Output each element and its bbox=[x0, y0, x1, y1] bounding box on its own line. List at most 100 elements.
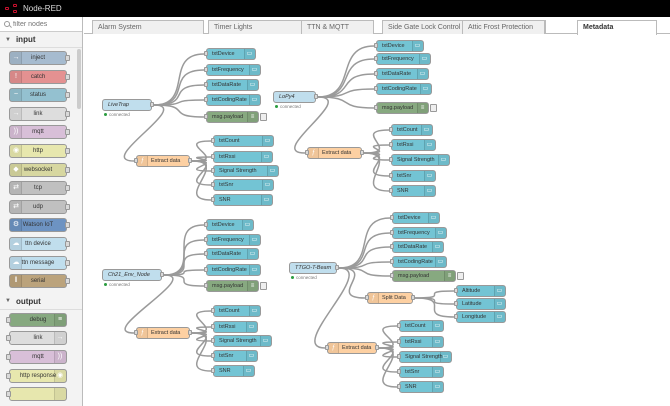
flow-node-out[interactable]: Altitude ▭ bbox=[454, 285, 506, 297]
palette-search-input[interactable] bbox=[13, 20, 75, 28]
input-port[interactable] bbox=[204, 51, 208, 56]
input-port[interactable] bbox=[305, 150, 309, 155]
flow-node-out[interactable]: SNR ▭ bbox=[389, 185, 436, 197]
flow-wire[interactable] bbox=[314, 267, 350, 349]
debug-toggle-button[interactable] bbox=[260, 282, 267, 290]
flow-node-out[interactable]: txtDevice ▭ bbox=[204, 48, 256, 60]
input-port[interactable] bbox=[389, 142, 393, 147]
input-port[interactable] bbox=[211, 197, 215, 202]
output-port[interactable] bbox=[160, 272, 164, 277]
palette-node-link[interactable]: → link bbox=[6, 331, 67, 346]
flow-node-out[interactable]: txtDevice ▭ bbox=[390, 212, 440, 224]
input-port[interactable] bbox=[211, 353, 215, 358]
input-port[interactable] bbox=[204, 251, 208, 256]
flow-node-out[interactable]: txtFrequency ▭ bbox=[204, 64, 261, 76]
flow-node-ttn[interactable]: TTGO-T-Beam bbox=[289, 262, 339, 274]
flow-wire[interactable] bbox=[191, 332, 212, 372]
palette-node-node[interactable] bbox=[6, 387, 67, 402]
flow-node-out[interactable]: txtRssi ▭ bbox=[211, 321, 258, 333]
palette-node-udp[interactable]: ⇄ udp bbox=[9, 199, 70, 214]
input-port[interactable] bbox=[211, 138, 215, 143]
palette-node-status[interactable]: ~ status bbox=[9, 88, 70, 103]
palette-category-input[interactable]: ▼ input bbox=[0, 32, 82, 48]
flow-node-func[interactable]: Split Data ƒ bbox=[365, 292, 415, 304]
flow-node-out[interactable]: txtCodingRate ▭ bbox=[204, 264, 261, 276]
palette-node-watson-iot[interactable]: ⚙ Watson IoT bbox=[9, 218, 70, 233]
flow-wire[interactable] bbox=[414, 290, 455, 299]
debug-toggle-button[interactable] bbox=[457, 272, 464, 280]
flow-node-out[interactable]: Signal Strength ▭ bbox=[397, 351, 452, 363]
flow-node-debug[interactable]: msg.payload ≡ bbox=[390, 270, 464, 282]
flow-node-out[interactable]: txtDataRate ▭ bbox=[204, 79, 259, 91]
input-port[interactable] bbox=[374, 105, 378, 110]
flow-node-out[interactable]: Signal Strength ▭ bbox=[211, 335, 272, 347]
flow-node-out[interactable]: txtDataRate ▭ bbox=[204, 248, 259, 260]
input-port[interactable] bbox=[211, 368, 215, 373]
flow-node-out[interactable]: txtSnr ▭ bbox=[389, 170, 436, 182]
input-port[interactable] bbox=[211, 324, 215, 329]
input-port[interactable] bbox=[454, 301, 458, 306]
input-port[interactable] bbox=[454, 288, 458, 293]
flow-node-debug[interactable]: msg.payload ≡ bbox=[204, 280, 267, 292]
input-port[interactable] bbox=[390, 244, 394, 249]
input-port[interactable] bbox=[397, 369, 401, 374]
input-port[interactable] bbox=[204, 82, 208, 87]
input-port[interactable] bbox=[397, 323, 401, 328]
palette-node-ttn-message[interactable]: ☁ ttn message bbox=[9, 255, 70, 270]
flow-node-out[interactable]: Signal Strength ▭ bbox=[211, 165, 279, 177]
input-port[interactable] bbox=[389, 173, 393, 178]
input-port[interactable] bbox=[365, 295, 369, 300]
input-port[interactable] bbox=[374, 86, 378, 91]
flow-node-out[interactable]: txtCount ▭ bbox=[389, 124, 433, 136]
output-port[interactable] bbox=[335, 265, 339, 270]
input-port[interactable] bbox=[211, 182, 215, 187]
input-port[interactable] bbox=[134, 158, 138, 163]
flow-wire[interactable] bbox=[124, 274, 174, 334]
input-port[interactable] bbox=[397, 384, 401, 389]
palette-node-link[interactable]: → link bbox=[9, 106, 70, 121]
palette-node-mqtt[interactable]: )) mqtt bbox=[9, 125, 70, 140]
flow-node-ttn[interactable]: LoPy4 bbox=[273, 91, 318, 103]
palette-node-serial[interactable]: ‖ serial bbox=[9, 274, 70, 289]
output-port[interactable] bbox=[188, 158, 192, 163]
palette-node-http[interactable]: ◉ http bbox=[9, 144, 70, 158]
flow-node-out[interactable]: txtSnr ▭ bbox=[211, 179, 274, 191]
input-port[interactable] bbox=[204, 267, 208, 272]
flow-node-out[interactable]: txtCount ▭ bbox=[211, 135, 274, 147]
flow-node-out[interactable]: txtFrequency ▭ bbox=[374, 53, 431, 65]
input-port[interactable] bbox=[390, 215, 394, 220]
flow-wire[interactable] bbox=[363, 152, 390, 192]
palette-node-http-response[interactable]: ◉ http response bbox=[6, 368, 67, 383]
flow-wire[interactable] bbox=[153, 99, 205, 106]
flow-node-out[interactable]: txtCount ▭ bbox=[211, 305, 261, 317]
flow-node-out[interactable]: SNR ▭ bbox=[211, 194, 273, 206]
palette-node-mqtt[interactable]: )) mqtt bbox=[6, 349, 67, 364]
palette-node-catch[interactable]: ! catch bbox=[9, 69, 70, 84]
flow-node-out[interactable]: txtDataRate ▭ bbox=[390, 241, 444, 253]
input-port[interactable] bbox=[325, 345, 329, 350]
palette-scrollbar[interactable] bbox=[77, 49, 81, 109]
output-port[interactable] bbox=[150, 102, 154, 107]
output-port[interactable] bbox=[375, 345, 379, 350]
flow-node-func[interactable]: Extract data ƒ bbox=[305, 147, 364, 159]
tab-metadata[interactable]: Metadata bbox=[577, 20, 657, 35]
flow-node-out[interactable]: txtSnr ▭ bbox=[211, 350, 258, 362]
input-port[interactable] bbox=[390, 259, 394, 264]
flow-node-out[interactable]: txtFrequency ▭ bbox=[204, 234, 261, 246]
flow-wire[interactable] bbox=[378, 347, 398, 388]
flow-node-out[interactable]: Latitude ▭ bbox=[454, 298, 506, 310]
debug-toggle-button[interactable] bbox=[430, 104, 437, 112]
input-port[interactable] bbox=[204, 237, 208, 242]
output-port[interactable] bbox=[314, 94, 318, 99]
flow-node-out[interactable]: txtDataRate ▭ bbox=[374, 68, 429, 80]
flow-node-out[interactable]: txtCount ▭ bbox=[397, 320, 444, 332]
input-port[interactable] bbox=[374, 56, 378, 61]
flow-node-func[interactable]: Extract data ƒ bbox=[325, 342, 379, 354]
flow-wire[interactable] bbox=[317, 58, 375, 98]
flow-node-out[interactable]: SNR ▭ bbox=[211, 365, 255, 377]
flow-node-out[interactable]: txtSnr ▭ bbox=[397, 366, 444, 378]
flow-node-out[interactable]: txtDevice ▭ bbox=[374, 40, 424, 52]
flow-wire[interactable] bbox=[123, 104, 165, 162]
flow-node-out[interactable]: txtCodingRate ▭ bbox=[390, 256, 447, 268]
palette-node-ttn-device[interactable]: ☁ ttn device bbox=[9, 237, 70, 251]
